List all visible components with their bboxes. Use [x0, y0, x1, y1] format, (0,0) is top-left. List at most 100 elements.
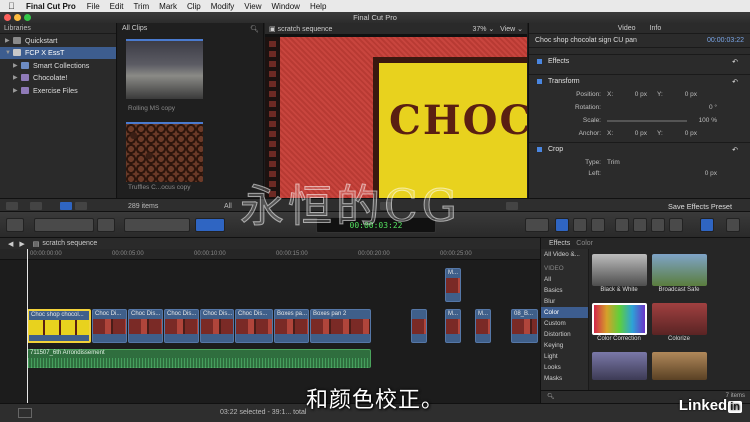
- effect-thumbnail-color-correction[interactable]: [592, 303, 647, 335]
- transform-section[interactable]: Transform ↶: [529, 74, 750, 88]
- effects-section[interactable]: Effects ↶: [529, 54, 750, 68]
- timeline-clip[interactable]: Choc Dis...: [200, 309, 234, 343]
- menu-window[interactable]: Window: [272, 2, 300, 11]
- chevron-down-icon[interactable]: ⌄: [488, 26, 494, 33]
- timeline-ruler[interactable]: 00:00:00:00 00:00:05:00 00:00:10:00 00:0…: [0, 249, 540, 260]
- gear-icon[interactable]: [30, 202, 42, 210]
- connected-clip[interactable]: M...: [445, 268, 461, 302]
- library-item-exercise-files[interactable]: ▶ Exercise Files: [0, 84, 116, 97]
- effect-thumbnail-black-white[interactable]: [592, 254, 647, 286]
- close-window-button[interactable]: [4, 14, 11, 21]
- effect-thumbnail-broadcast-safe[interactable]: [652, 254, 707, 286]
- music-icon[interactable]: [591, 218, 605, 232]
- zoom-dropdown[interactable]: 37%: [472, 26, 486, 33]
- back-arrow-icon[interactable]: ◀: [8, 240, 13, 248]
- retime-button[interactable]: [525, 218, 549, 232]
- save-effects-preset-button[interactable]: Save Effects Preset: [668, 202, 732, 211]
- effect-thumbnail-colorize[interactable]: [652, 303, 707, 335]
- filmstrip-view-button[interactable]: [60, 202, 72, 210]
- effects-category-all-video-audio[interactable]: All Video &...: [541, 249, 588, 260]
- menu-edit[interactable]: Edit: [110, 2, 124, 11]
- tab-video[interactable]: Video: [618, 25, 636, 32]
- tab-info[interactable]: Info: [650, 25, 662, 32]
- anchor-x-field[interactable]: 0 px: [617, 130, 647, 137]
- share-icon[interactable]: [726, 218, 740, 232]
- disclosure-triangle-icon[interactable]: ▶: [13, 62, 21, 69]
- media-browser-button[interactable]: [555, 218, 569, 232]
- clip-thumbnail[interactable]: [126, 122, 203, 182]
- disclosure-triangle-icon[interactable]: ▶: [13, 74, 21, 81]
- minimize-window-button[interactable]: [14, 14, 21, 21]
- fullscreen-button[interactable]: [506, 202, 518, 210]
- show-libraries-button[interactable]: [6, 202, 18, 210]
- photos-icon[interactable]: [573, 218, 587, 232]
- timeline-clip[interactable]: Boxes pan 2: [310, 309, 371, 343]
- effects-category-basics[interactable]: Basics: [541, 285, 588, 296]
- timeline-clip[interactable]: Choc Di...: [92, 309, 127, 343]
- checkbox-icon[interactable]: [537, 79, 542, 84]
- crop-section[interactable]: Crop ↶: [529, 142, 750, 156]
- scale-field[interactable]: 100 %: [687, 117, 717, 124]
- disclosure-triangle-icon[interactable]: ▼: [5, 50, 13, 56]
- chevron-down-icon[interactable]: ⌄: [517, 26, 523, 33]
- library-item-quickstart[interactable]: ▶ Quickstart: [0, 34, 116, 47]
- list-view-button[interactable]: [75, 202, 87, 210]
- reset-icon[interactable]: ↶: [732, 58, 750, 66]
- effects-category-looks[interactable]: Looks: [541, 362, 588, 373]
- effect-thumbnail-sepia[interactable]: [652, 352, 707, 380]
- clip-filter-dropdown[interactable]: All Clips: [122, 25, 147, 32]
- scale-slider[interactable]: [607, 119, 687, 122]
- apple-icon[interactable]: : [8, 1, 18, 11]
- menu-file[interactable]: File: [87, 2, 100, 11]
- library-item-smart-collections[interactable]: ▶ Smart Collections: [0, 59, 116, 72]
- menu-modify[interactable]: Modify: [211, 2, 235, 11]
- effect-thumbnail-hue-saturation[interactable]: [592, 352, 647, 380]
- menu-mark[interactable]: Mark: [159, 2, 177, 11]
- menu-trim[interactable]: Trim: [133, 2, 149, 11]
- select-tool-button[interactable]: [195, 218, 225, 232]
- timeline-clip[interactable]: Choc shop chocol...: [27, 309, 91, 343]
- key-icon[interactable]: [97, 218, 115, 232]
- inspector-button[interactable]: [700, 218, 714, 232]
- clip-thumbnail[interactable]: [126, 39, 203, 99]
- crop-left-field[interactable]: 0 px: [687, 170, 717, 177]
- reset-icon[interactable]: ↶: [732, 146, 750, 154]
- titles-icon[interactable]: [633, 218, 647, 232]
- playhead[interactable]: [27, 249, 28, 403]
- library-item-fcp-x-esst[interactable]: ▼ FCP X EssT: [0, 46, 116, 59]
- zoom-window-button[interactable]: [24, 14, 31, 21]
- timeline-clip[interactable]: M...: [445, 309, 461, 343]
- menu-app-name[interactable]: Final Cut Pro: [26, 2, 76, 11]
- effects-category-blur[interactable]: Blur: [541, 296, 588, 307]
- forward-arrow-icon[interactable]: ▶: [19, 240, 24, 248]
- position-x-field[interactable]: 0 px: [617, 91, 647, 98]
- view-menu[interactable]: View: [500, 26, 515, 33]
- reset-icon[interactable]: ↶: [732, 78, 750, 86]
- generators-icon[interactable]: [651, 218, 665, 232]
- menu-clip[interactable]: Clip: [187, 2, 201, 11]
- library-item-chocolate[interactable]: ▶ Chocolate!: [0, 72, 116, 85]
- disclosure-triangle-icon[interactable]: ▶: [5, 37, 13, 44]
- keyword-ratings-buttons[interactable]: [34, 218, 94, 232]
- disclosure-triangle-icon[interactable]: ▶: [13, 87, 21, 94]
- timeline-clip[interactable]: M...: [475, 309, 491, 343]
- timeline-clip[interactable]: [411, 309, 427, 343]
- import-button[interactable]: [6, 218, 24, 232]
- transitions-icon[interactable]: [615, 218, 629, 232]
- crop-type-dropdown[interactable]: Trim: [607, 159, 620, 166]
- checkbox-icon[interactable]: [537, 59, 542, 64]
- themes-icon[interactable]: [669, 218, 683, 232]
- menu-view[interactable]: View: [244, 2, 261, 11]
- timeline-clip[interactable]: 08_B...: [511, 309, 538, 343]
- rotation-field[interactable]: 0 °: [687, 104, 717, 111]
- search-icon[interactable]: 🔍︎: [250, 25, 259, 33]
- clip-filter-all[interactable]: All: [224, 203, 232, 210]
- effects-category-custom[interactable]: Custom: [541, 318, 588, 329]
- effects-category-keying[interactable]: Keying: [541, 340, 588, 351]
- effects-category-all[interactable]: All: [541, 274, 588, 285]
- effects-category-light[interactable]: Light: [541, 351, 588, 362]
- effects-category-color[interactable]: Color: [541, 307, 588, 318]
- anchor-y-field[interactable]: 0 px: [667, 130, 697, 137]
- audio-clip[interactable]: 711507_6th Arrondissement: [27, 349, 371, 368]
- checkbox-icon[interactable]: [537, 147, 542, 152]
